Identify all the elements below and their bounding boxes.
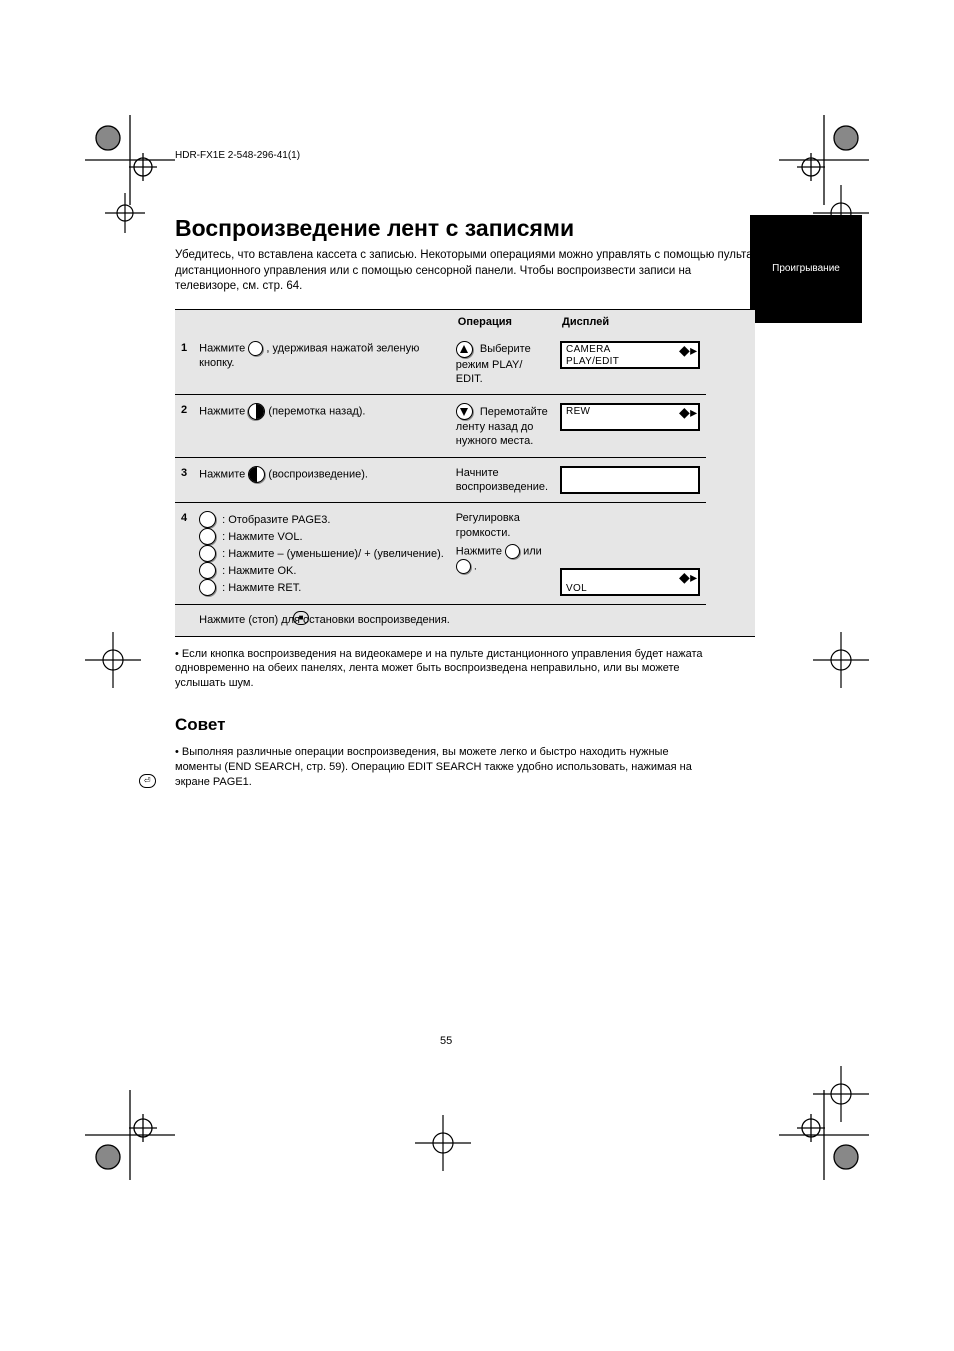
note-paragraph: • Если кнопка воспроизведения на видеока… — [175, 647, 705, 692]
lcd-display: REW ◆▸ — [560, 403, 700, 431]
register-mark-bottom-right-extra — [813, 1066, 869, 1122]
rewind-button-icon — [248, 403, 265, 420]
step-action: : Отобразите PAGE3. : Нажмите VOL. : Наж… — [193, 503, 450, 605]
dial-button-icon — [199, 528, 216, 545]
register-mark-top-right — [779, 115, 869, 205]
step-action: Нажмите (воспроизведение). — [193, 457, 450, 503]
power-button-icon — [248, 341, 263, 356]
steps-table: Операция Дисплей 1 Нажмите , удерживая н… — [175, 310, 706, 636]
steps-table-wrap: Операция Дисплей 1 Нажмите , удерживая н… — [175, 309, 755, 637]
dial-button-icon — [199, 545, 216, 562]
selector-icon: ◆▸ — [679, 571, 695, 583]
step-number: 4 — [181, 512, 187, 524]
down-button-icon — [456, 403, 473, 420]
table-header-row: Операция Дисплей — [175, 310, 706, 333]
register-mark-bottom-left — [85, 1090, 175, 1180]
stop-key-icon: ■ — [293, 611, 309, 625]
register-mark-bottom-center — [415, 1115, 471, 1171]
side-tab: Проигрывание — [750, 215, 862, 323]
tip-heading: Совет — [175, 715, 755, 735]
end-search-label: END SEARCH — [228, 761, 300, 773]
step-op: Выберите режим PLAY/ EDIT. — [450, 332, 554, 395]
up-button-icon — [456, 341, 473, 358]
table-row: 2 Нажмите (перемотка назад). Перемотайте… — [175, 395, 706, 458]
vol-up-icon — [456, 559, 471, 574]
step-op: Перемотайте ленту назад до нужного места… — [450, 395, 554, 458]
selector-icon: ◆▸ — [679, 406, 695, 418]
table-row: 4 : Отобразите PAGE3. : Нажмите VOL. : Н… — [175, 503, 706, 605]
table-row: 3 Нажмите (воспроизведение). Начните вос… — [175, 457, 706, 503]
dial-button-icon — [199, 579, 216, 596]
table-row: 1 Нажмите , удерживая нажатой зеленую кн… — [175, 332, 706, 395]
stop-note: Нажмите (стоп) для остановки воспроизвед… — [193, 605, 706, 636]
tip-paragraph: • Выполняя различные операции воспроизве… — [175, 745, 705, 790]
selector-icon: ◆▸ — [679, 344, 695, 356]
step-action: Нажмите , удерживая нажатой зеленую кноп… — [193, 332, 450, 395]
register-mark-top-left-extra — [105, 193, 145, 233]
intro-paragraph: Убедитесь, что вставлена кассета с запис… — [175, 248, 755, 295]
register-mark-left — [85, 632, 141, 688]
step-action: Нажмите (перемотка назад). — [193, 395, 450, 458]
step-number: 2 — [181, 404, 187, 416]
dial-button-icon — [199, 562, 216, 579]
page-content: Воспроизведение лент с записями Убедитес… — [175, 215, 755, 790]
step-op: Регулировка громкости. Нажмите или . — [450, 503, 554, 605]
lcd-display: VOL ◆▸ — [560, 568, 700, 596]
register-mark-right — [813, 632, 869, 688]
vol-down-icon — [505, 544, 520, 559]
dial-button-icon — [199, 511, 216, 528]
step-number: 1 — [181, 342, 187, 354]
table-row: Нажмите (стоп) для остановки воспроизвед… — [175, 605, 706, 636]
lcd-display: CAMERA PLAY/EDIT ◆▸ — [560, 341, 700, 369]
lcd-display — [560, 466, 700, 494]
play-button-icon — [248, 466, 265, 483]
return-key-icon: ⏎ — [139, 774, 156, 788]
register-mark-top-left — [85, 115, 175, 205]
step-op: Начните воспроизведение. — [450, 457, 554, 503]
page-title: Воспроизведение лент с записями — [175, 215, 755, 242]
step-number: 3 — [181, 467, 187, 479]
register-mark-bottom-right — [779, 1090, 869, 1180]
doc-path: HDR-FX1E 2-548-296-41(1) — [175, 150, 300, 161]
page-number: 55 — [440, 1035, 452, 1047]
